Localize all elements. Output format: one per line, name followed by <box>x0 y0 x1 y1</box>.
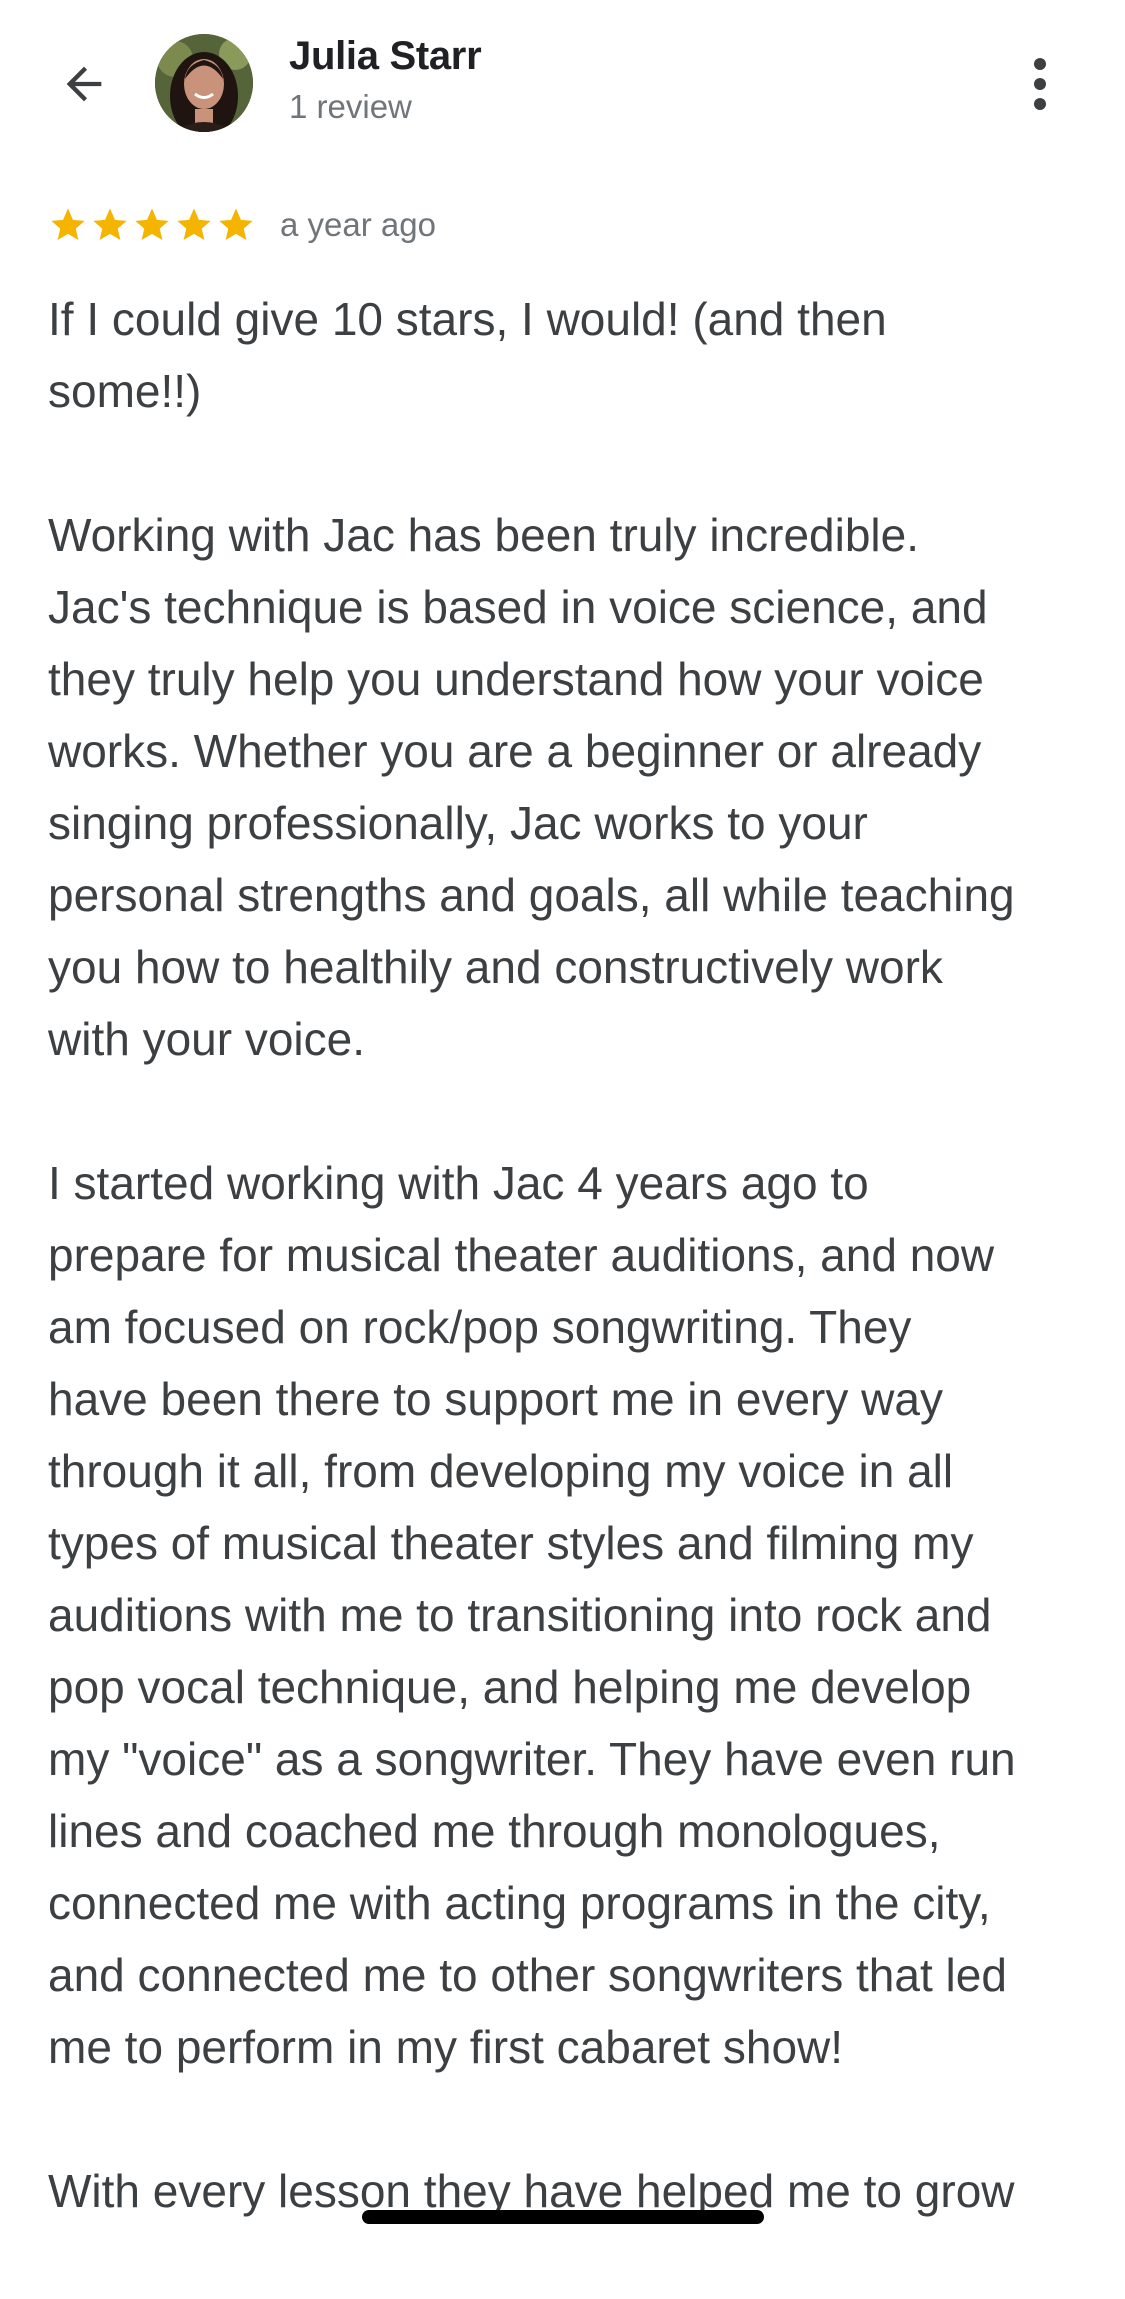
star-icon <box>93 208 127 240</box>
reviewer-name[interactable]: Julia Starr <box>289 34 482 79</box>
more-vert-icon <box>1034 58 1046 110</box>
star-icon <box>219 208 253 240</box>
avatar-image <box>155 34 253 132</box>
more-options-button[interactable] <box>1000 44 1080 124</box>
back-button[interactable] <box>44 44 124 124</box>
review-text: If I could give 10 stars, I would! (and … <box>48 283 1088 2299</box>
avatar[interactable] <box>155 34 253 132</box>
star-icon <box>177 208 211 240</box>
star-icon <box>135 208 169 240</box>
star-rating <box>48 205 256 245</box>
review-timestamp: a year ago <box>280 206 436 243</box>
star-icon <box>51 208 85 240</box>
rating-row: a year ago <box>48 200 436 250</box>
review-paragraph: I started working with Jac 4 years ago t… <box>48 1157 1016 2073</box>
review-paragraph: If I could give 10 stars, I would! (and … <box>48 293 887 417</box>
review-paragraph: Working with Jac has been truly incredib… <box>48 509 1015 1065</box>
arrow-back-icon <box>66 66 102 102</box>
review-header: Julia Starr 1 review <box>0 0 1125 160</box>
home-indicator[interactable] <box>362 2210 764 2224</box>
review-count: 1 review <box>289 88 412 125</box>
